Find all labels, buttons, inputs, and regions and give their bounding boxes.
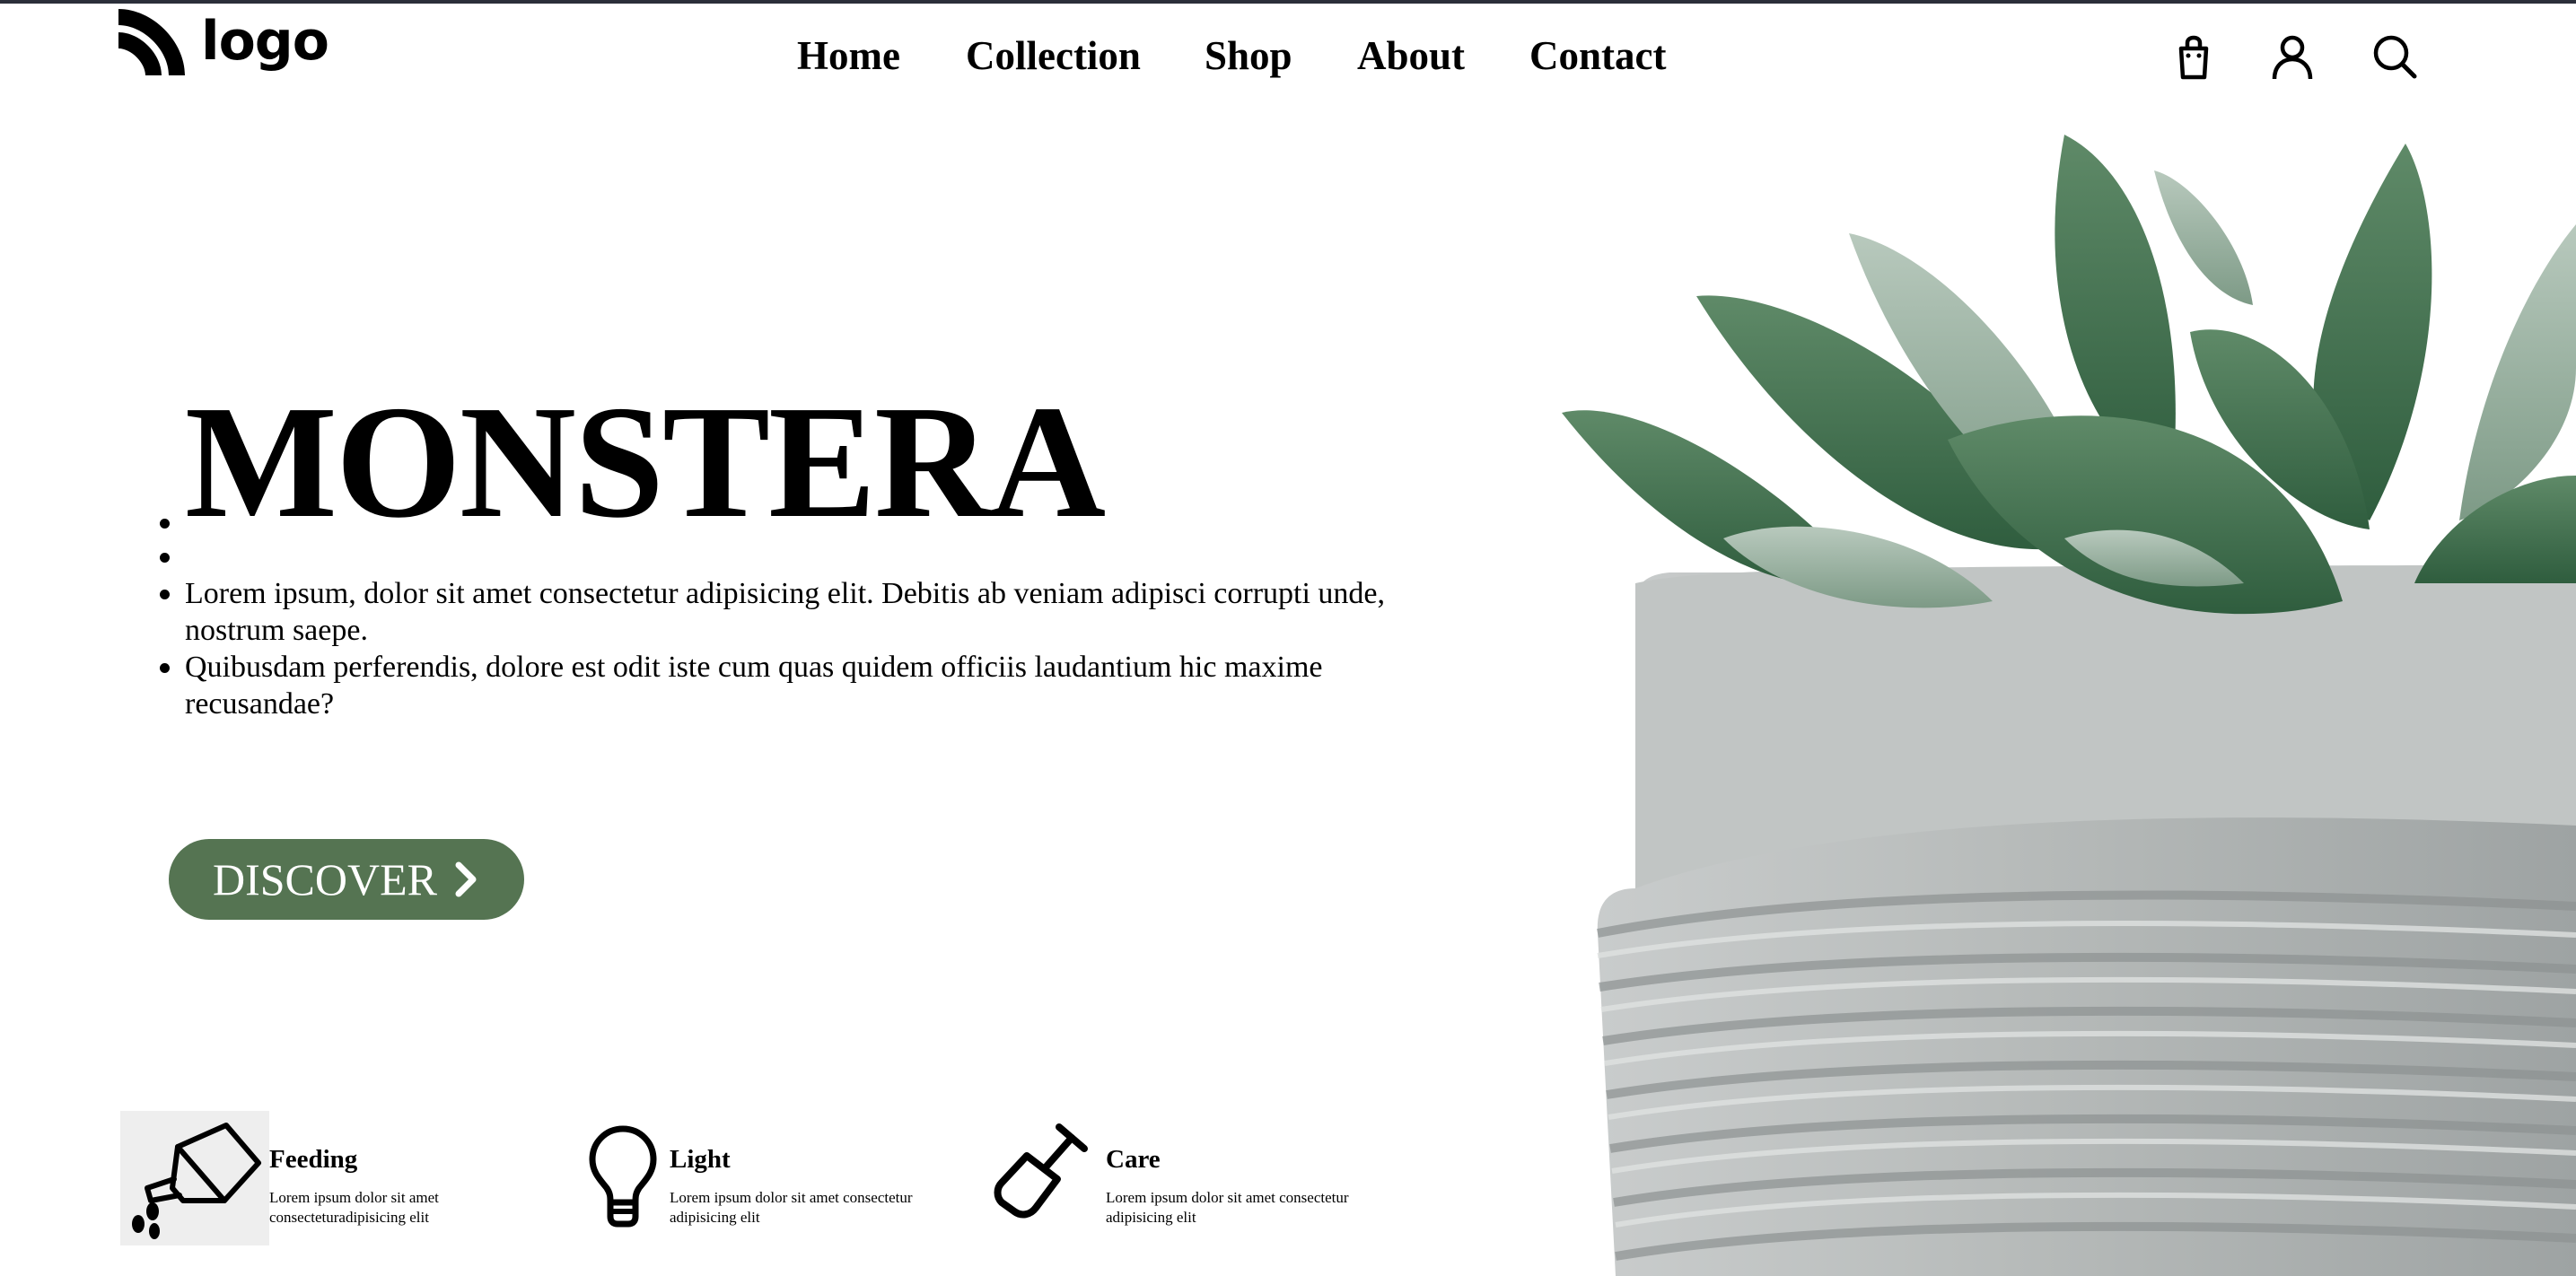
feature-title: Care xyxy=(1106,1145,1161,1174)
watering-can-icon xyxy=(120,1111,269,1245)
discover-button[interactable]: DISCOVER xyxy=(169,839,524,920)
nav-collection[interactable]: Collection xyxy=(966,32,1141,79)
feature-feeding: Feeding Lorem ipsum dolor sit amet conse… xyxy=(120,1111,587,1245)
nav-shop[interactable]: Shop xyxy=(1205,32,1292,79)
search-icon[interactable] xyxy=(2370,32,2420,83)
feature-description: Lorem ipsum dolor sit amet consecteturad… xyxy=(269,1189,439,1226)
empty-list-item xyxy=(160,538,1441,575)
nav-home[interactable]: Home xyxy=(797,32,900,79)
feature-title: Feeding xyxy=(269,1145,358,1174)
shopping-bag-icon[interactable] xyxy=(2169,32,2219,83)
hero-content: MONSTERA Lorem ipsum, dolor sit amet con… xyxy=(160,381,1441,722)
discover-label: DISCOVER xyxy=(212,854,438,905)
feature-description: Lorem ipsum dolor sit amet consectetur a… xyxy=(1106,1189,1349,1226)
user-icon[interactable] xyxy=(2267,32,2318,83)
feature-light: Light Lorem ipsum dolor sit amet consect… xyxy=(583,1111,960,1245)
feature-title: Light xyxy=(670,1145,731,1174)
hero-paragraph: Quibusdam perferendis, dolore est odit i… xyxy=(160,649,1441,722)
nav-contact[interactable]: Contact xyxy=(1529,32,1666,79)
feature-care: Care Lorem ipsum dolor sit amet consecte… xyxy=(991,1111,1422,1245)
chevron-right-icon xyxy=(455,861,477,897)
feature-description: Lorem ipsum dolor sit amet consectetur a… xyxy=(670,1189,913,1226)
hero-paragraph: Lorem ipsum, dolor sit amet consectetur … xyxy=(160,575,1441,649)
hero-succulent-image xyxy=(1562,99,2576,1276)
shovel-icon xyxy=(994,1123,1088,1219)
light-bulb-icon xyxy=(589,1125,657,1228)
nav-about[interactable]: About xyxy=(1357,32,1465,79)
top-border xyxy=(0,0,2576,4)
hero-title: MONSTERA xyxy=(160,381,1441,543)
